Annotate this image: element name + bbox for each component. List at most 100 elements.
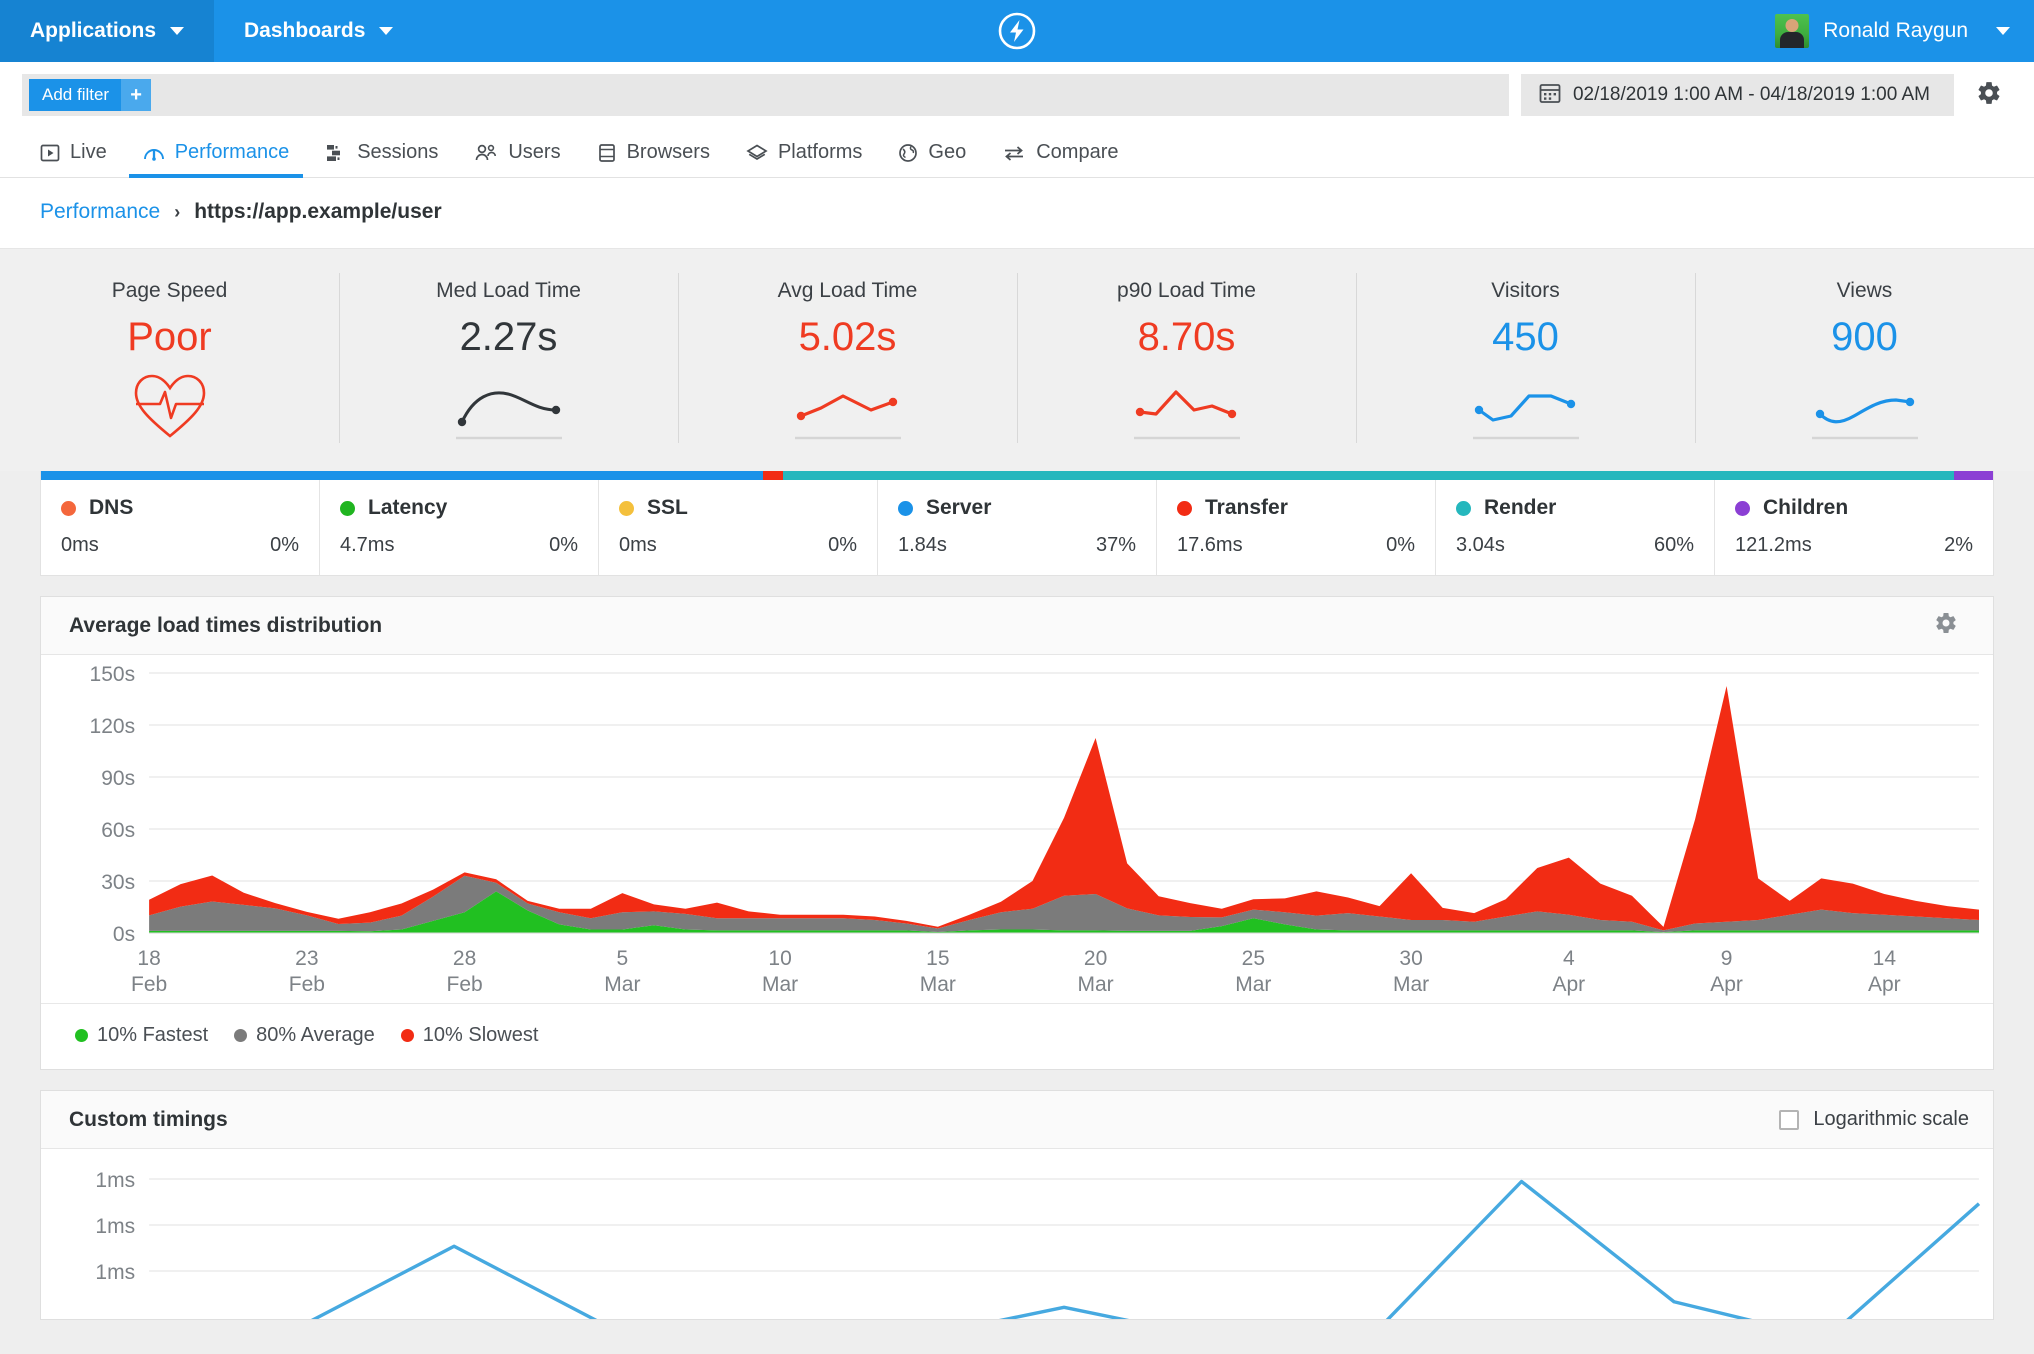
tab-platforms-label: Platforms bbox=[778, 141, 862, 164]
user-name: Ronald Raygun bbox=[1823, 19, 1968, 43]
tab-performance[interactable]: Performance bbox=[125, 141, 308, 177]
breakdown-server[interactable]: Server 1.84s 37% bbox=[878, 480, 1157, 575]
breakdown-ssl[interactable]: SSL 0ms 0% bbox=[599, 480, 878, 575]
svg-text:28: 28 bbox=[453, 947, 476, 970]
logarithmic-scale-toggle[interactable]: Logarithmic scale bbox=[1779, 1108, 1969, 1131]
kpi-page-speed[interactable]: Page Speed Poor bbox=[0, 267, 339, 449]
kpi-label: p90 Load Time bbox=[1117, 279, 1256, 303]
svg-text:23: 23 bbox=[295, 947, 318, 970]
date-range-text: 02/18/2019 1:00 AM - 04/18/2019 1:00 AM bbox=[1573, 84, 1930, 106]
legend-item-slowest[interactable]: 10% Slowest bbox=[401, 1024, 539, 1047]
kpi-value: 900 bbox=[1831, 315, 1898, 359]
tab-browsers[interactable]: Browsers bbox=[579, 141, 728, 177]
kpi-label: Page Speed bbox=[112, 279, 228, 303]
breakdown-children[interactable]: Children 121.2ms 2% bbox=[1715, 480, 1993, 575]
add-filter-label: Add filter bbox=[29, 79, 121, 111]
kpi-p90-load-time[interactable]: p90 Load Time 8.70s bbox=[1017, 267, 1356, 449]
kpi-label: Avg Load Time bbox=[778, 279, 918, 303]
settings-button[interactable] bbox=[1966, 74, 2012, 116]
breakdown-time: 3.04s bbox=[1456, 534, 1505, 557]
kpi-avg-load-time[interactable]: Avg Load Time 5.02s bbox=[678, 267, 1017, 449]
kpi-label: Med Load Time bbox=[436, 279, 581, 303]
average-load-times-chart[interactable]: 0s30s60s90s120s150s 18Feb23Feb28Feb5Mar1… bbox=[41, 655, 1993, 1003]
panel-settings-button[interactable] bbox=[1923, 605, 1969, 647]
svg-text:Mar: Mar bbox=[1235, 973, 1271, 996]
svg-text:Mar: Mar bbox=[762, 973, 798, 996]
browser-window-icon bbox=[597, 143, 617, 163]
svg-text:5: 5 bbox=[617, 947, 629, 970]
breakdown-name: SSL bbox=[647, 496, 688, 520]
svg-text:Feb: Feb bbox=[289, 973, 325, 996]
play-box-icon bbox=[40, 143, 60, 163]
tab-compare[interactable]: Compare bbox=[984, 141, 1136, 177]
dot-icon bbox=[75, 1029, 88, 1042]
breakdown-percent: 37% bbox=[1096, 534, 1136, 557]
tab-live[interactable]: Live bbox=[40, 141, 125, 177]
tab-performance-label: Performance bbox=[175, 141, 290, 164]
kpi-med-load-time[interactable]: Med Load Time 2.27s bbox=[339, 267, 678, 449]
tab-sessions[interactable]: Sessions bbox=[307, 141, 456, 177]
legend-item-average[interactable]: 80% Average bbox=[234, 1024, 375, 1047]
breakdown-name: Server bbox=[926, 496, 991, 520]
svg-text:Apr: Apr bbox=[1552, 973, 1585, 996]
breakdown-time: 4.7ms bbox=[340, 534, 394, 557]
svg-text:4: 4 bbox=[1563, 947, 1575, 970]
breakdown-latency[interactable]: Latency 4.7ms 0% bbox=[320, 480, 599, 575]
dot-icon bbox=[401, 1029, 414, 1042]
breakdown-name: Transfer bbox=[1205, 496, 1288, 520]
svg-text:90s: 90s bbox=[101, 767, 135, 790]
avatar bbox=[1775, 14, 1809, 48]
date-range-picker[interactable]: 02/18/2019 1:00 AM - 04/18/2019 1:00 AM bbox=[1521, 74, 1954, 116]
checkbox-icon[interactable] bbox=[1779, 1110, 1799, 1130]
breakdown-dns[interactable]: DNS 0ms 0% bbox=[41, 480, 320, 575]
kpi-views[interactable]: Views 900 bbox=[1695, 267, 2034, 449]
lightning-bolt-icon bbox=[995, 9, 1039, 53]
sparkline-visitors bbox=[1471, 365, 1581, 443]
chevron-right-icon: › bbox=[174, 202, 180, 223]
tab-platforms[interactable]: Platforms bbox=[728, 141, 880, 177]
sparkline-views bbox=[1810, 365, 1920, 443]
tab-compare-label: Compare bbox=[1036, 141, 1118, 164]
chevron-down-icon bbox=[170, 27, 184, 35]
kpi-visitors[interactable]: Visitors 450 bbox=[1356, 267, 1695, 449]
custom-timings-chart[interactable]: 1ms1ms1ms bbox=[41, 1149, 1993, 1319]
breakdown-name: DNS bbox=[89, 496, 133, 520]
tab-users[interactable]: Users bbox=[456, 141, 578, 177]
breakdown-name: Children bbox=[1763, 496, 1848, 520]
filter-field[interactable]: Add filter + bbox=[22, 74, 1509, 116]
nav-applications[interactable]: Applications bbox=[0, 0, 214, 62]
panel-header: Average load times distribution bbox=[41, 597, 1993, 655]
legend-label: 10% Fastest bbox=[97, 1024, 208, 1047]
calendar-icon bbox=[1539, 82, 1561, 109]
tab-live-label: Live bbox=[70, 141, 107, 164]
kpi-value: 450 bbox=[1492, 315, 1559, 359]
bar-segment-server bbox=[41, 471, 763, 480]
svg-text:120s: 120s bbox=[90, 715, 136, 738]
kpi-value: Poor bbox=[127, 315, 212, 359]
svg-text:1ms: 1ms bbox=[95, 1169, 135, 1192]
tab-users-label: Users bbox=[508, 141, 560, 164]
timing-breakdown-bar bbox=[41, 471, 1993, 480]
svg-text:Mar: Mar bbox=[1393, 973, 1429, 996]
breakdown-transfer[interactable]: Transfer 17.6ms 0% bbox=[1157, 480, 1436, 575]
add-filter-button[interactable]: Add filter + bbox=[29, 79, 151, 111]
kpi-label: Visitors bbox=[1491, 279, 1559, 303]
svg-text:Feb: Feb bbox=[447, 973, 483, 996]
tab-geo[interactable]: Geo bbox=[880, 141, 984, 177]
logarithmic-scale-label: Logarithmic scale bbox=[1813, 1108, 1969, 1131]
sparkline-med-load-time bbox=[454, 365, 564, 443]
svg-text:Mar: Mar bbox=[604, 973, 640, 996]
nav-dashboards[interactable]: Dashboards bbox=[214, 0, 423, 62]
panel-header: Custom timings Logarithmic scale bbox=[41, 1091, 1993, 1149]
section-tabs: Live Performance Sessions Users Browsers… bbox=[0, 126, 2034, 178]
nav-dashboards-label: Dashboards bbox=[244, 19, 365, 43]
breadcrumb-parent[interactable]: Performance bbox=[40, 200, 160, 224]
svg-text:Apr: Apr bbox=[1868, 973, 1901, 996]
legend-item-fastest[interactable]: 10% Fastest bbox=[75, 1024, 208, 1047]
layers-icon bbox=[746, 143, 768, 163]
user-menu[interactable]: Ronald Raygun bbox=[1775, 0, 2034, 62]
breakdown-time: 1.84s bbox=[898, 534, 947, 557]
breakdown-render[interactable]: Render 3.04s 60% bbox=[1436, 480, 1715, 575]
dot-icon bbox=[898, 501, 913, 516]
breakdown-name: Latency bbox=[368, 496, 447, 520]
